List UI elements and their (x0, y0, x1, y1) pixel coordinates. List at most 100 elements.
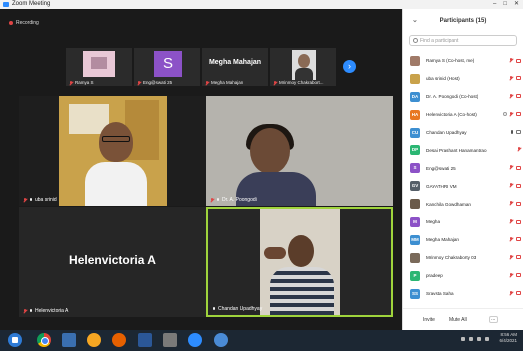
mic-icon (29, 308, 33, 314)
network-icon[interactable] (461, 337, 465, 341)
participant-row[interactable]: MM Megha Mahajan (403, 231, 523, 249)
muted-mic-icon (510, 254, 513, 260)
battery-icon[interactable] (477, 337, 481, 341)
participant-status (510, 183, 521, 188)
participant-row[interactable]: DA Dr. A. Poongodi (Co-host) (403, 88, 523, 106)
app-icon[interactable] (163, 333, 177, 347)
video-person (288, 235, 314, 267)
participant-row[interactable]: GV GAYATHRI VM (403, 177, 523, 195)
mute-all-button[interactable]: Mute All (449, 317, 467, 323)
participant-name: Eng@swati 25 (426, 165, 456, 171)
invite-button[interactable]: Invite (423, 317, 435, 323)
participant-status (510, 201, 521, 206)
chevron-down-icon[interactable]: ⌄ (412, 16, 418, 24)
notification-icon[interactable] (485, 337, 489, 341)
participant-row[interactable]: Mrinmoy Chakraborty 03 (403, 249, 523, 267)
video-tile-chandan-active-speaker[interactable]: Chandan Upadhyay (206, 207, 393, 317)
chrome-icon[interactable] (37, 333, 51, 347)
windows-taskbar: 8:56 AM 6/4/2021 (0, 330, 523, 351)
participant-name: uba srinid (Host) (426, 76, 460, 82)
recording-indicator[interactable]: Recording (9, 20, 39, 26)
word-icon[interactable] (138, 333, 152, 347)
participant-status (510, 254, 521, 260)
volume-icon[interactable] (469, 337, 473, 341)
video-tile-poongodi[interactable]: Dr. A. Poongodi (206, 96, 393, 206)
participant-row[interactable]: SS Sravsta Saha (403, 285, 523, 303)
muted-mic-icon (510, 290, 513, 296)
participant-list[interactable]: Ramya S (Co-host, me) uba srinid (Host) DA… (403, 52, 523, 306)
video-person (99, 122, 133, 162)
thumb-name: Eng@swati 25 (143, 80, 173, 85)
avatar: GV (410, 181, 420, 192)
video-person (250, 128, 290, 174)
video-off-icon (516, 183, 521, 188)
video-off-icon (516, 76, 521, 81)
more-options-button[interactable]: ... (488, 316, 498, 323)
system-tray[interactable] (461, 337, 489, 341)
muted-mic-icon (510, 111, 513, 117)
participant-row[interactable]: Kanchila Gowdhaman (403, 195, 523, 213)
participant-name: Chandan Upadhyay (426, 130, 467, 135)
participant-row[interactable]: Ppradeep (403, 267, 523, 285)
strip-thumb-megha-mahajan[interactable]: Megha Mahajan Megha Mahajan (202, 48, 268, 86)
avatar: S (154, 51, 182, 77)
participant-row[interactable]: DP Desai Prashant Hanamantrao (403, 141, 523, 159)
participant-status (518, 147, 521, 152)
window-title: Zoom Meeting (12, 1, 51, 7)
participant-row[interactable]: M Megha (403, 213, 523, 231)
video-tile-uba[interactable]: uba srinid (19, 96, 206, 206)
clock[interactable]: 8:56 AM 6/4/2021 (499, 332, 517, 344)
muted-mic-icon (518, 147, 521, 152)
avatar: SS (410, 288, 420, 299)
panel-title: Participants (15) (439, 18, 487, 24)
participant-row[interactable]: Helen (403, 302, 523, 306)
video-feed (83, 51, 115, 77)
photos-icon[interactable] (214, 333, 228, 347)
strip-thumb-ramya[interactable]: Ramya S (66, 48, 132, 86)
firefox-icon[interactable] (112, 333, 126, 347)
video-off-icon (516, 255, 521, 260)
next-page-arrow-icon[interactable]: › (343, 60, 356, 73)
thumb-name: Megha Mahajan (211, 80, 244, 85)
search-input[interactable] (420, 37, 510, 44)
strip-thumb-eng-swati[interactable]: S Eng@swati 25 (134, 48, 200, 86)
avatar (410, 252, 420, 263)
video-off-icon (516, 112, 521, 117)
avatar: P (410, 270, 420, 281)
participant-row[interactable]: Ramya S (Co-host, me) (403, 52, 523, 70)
participant-status (510, 290, 521, 296)
mic-on-icon (511, 129, 513, 134)
minimize-icon[interactable]: – (493, 0, 496, 9)
participant-status (510, 58, 521, 63)
muted-mic-icon (510, 165, 513, 170)
zoom-taskbar-icon[interactable] (188, 333, 202, 347)
participant-status (511, 129, 521, 134)
muted-mic-icon (205, 80, 209, 85)
maximize-icon[interactable]: □ (503, 0, 507, 9)
muted-mic-icon (510, 236, 513, 242)
avatar: S (410, 163, 420, 174)
participant-row[interactable]: CU Chandan Upadhyay (403, 124, 523, 142)
video-off-icon (516, 291, 521, 296)
participant-search[interactable] (409, 35, 517, 46)
avatar (410, 199, 420, 210)
media-player-icon[interactable] (87, 333, 101, 347)
video-tile-helenvictoria[interactable]: Helenvictoria A Helenvictoria A (19, 207, 206, 317)
close-icon[interactable]: ✕ (514, 0, 519, 9)
muted-mic-icon (510, 272, 513, 278)
file-explorer-icon[interactable] (62, 333, 76, 347)
start-button-icon[interactable] (8, 333, 22, 347)
muted-mic-icon (510, 75, 513, 81)
mic-icon (216, 197, 220, 203)
meeting-area: Recording Ramya S S Eng@swati 25 Megha M… (0, 9, 402, 330)
participant-name: Megha (426, 219, 441, 225)
panel-footer: Invite Mute All ... (403, 308, 523, 330)
video-off-icon (516, 237, 521, 242)
strip-thumb-mrinmoy[interactable]: Mrinmoy Chakrabort... (270, 48, 336, 86)
participant-row[interactable]: HA Helenvictoria A (Co-host) (403, 106, 523, 124)
participant-row[interactable]: uba srinid (Host) (403, 70, 523, 88)
participant-status (510, 93, 521, 99)
avatar: M (410, 216, 420, 227)
participant-row[interactable]: S Eng@swati 25 (403, 159, 523, 177)
thumb-name: Ramya S (75, 80, 94, 85)
